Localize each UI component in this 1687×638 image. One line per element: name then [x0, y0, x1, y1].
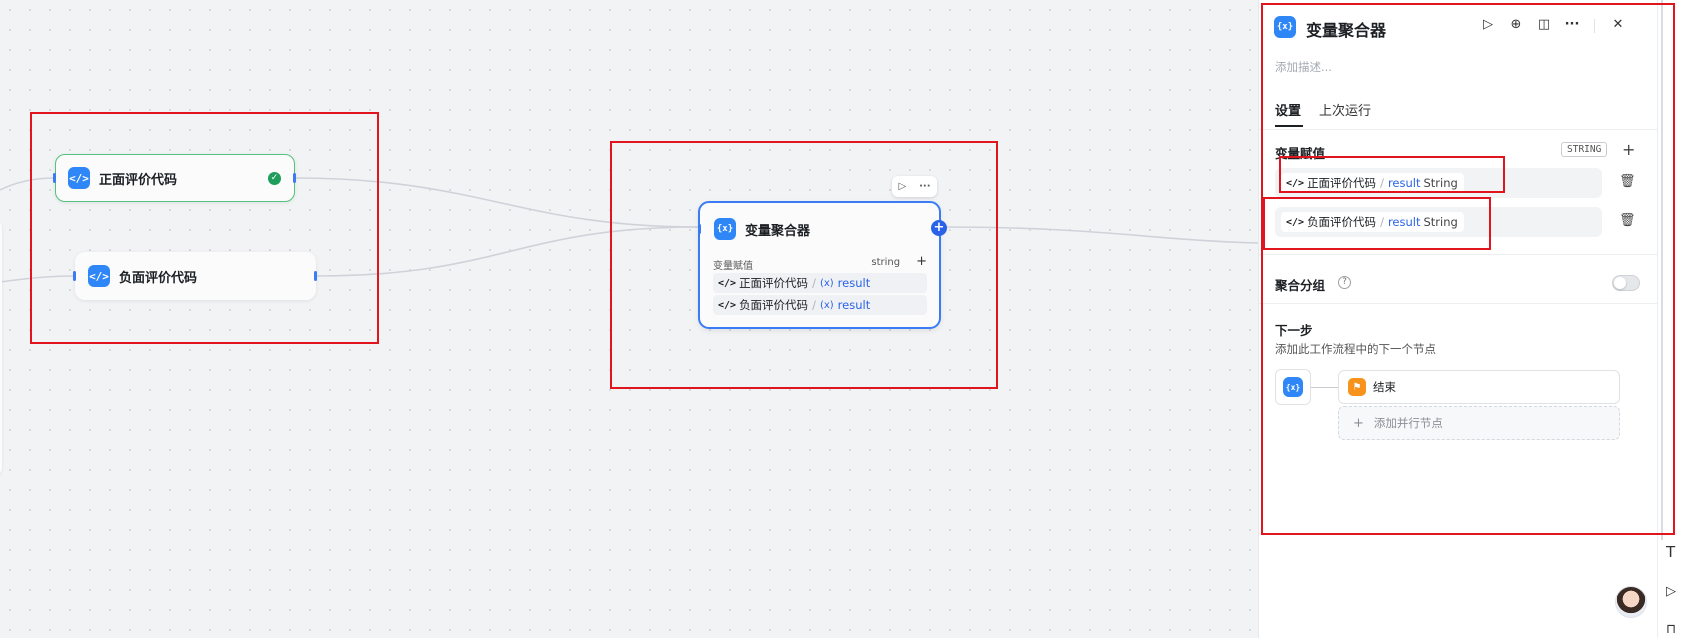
partial-node-edge [0, 222, 2, 474]
annotation-box [610, 141, 998, 389]
annotation-box [1263, 197, 1491, 250]
annotation-box [1261, 3, 1675, 535]
annotation-box [30, 112, 379, 344]
layout-tool-icon[interactable]: ⊓ [1666, 622, 1676, 637]
play-tool-icon[interactable]: ▷ [1666, 584, 1676, 599]
assistant-avatar[interactable] [1615, 586, 1647, 618]
workflow-canvas[interactable]: </> 正面评价代码 ✓ </> 负面评价代码 ▷ ··· {x} 变量聚合器 … [0, 0, 1258, 638]
text-tool-icon[interactable]: T [1666, 543, 1675, 561]
annotation-box [1279, 156, 1505, 193]
